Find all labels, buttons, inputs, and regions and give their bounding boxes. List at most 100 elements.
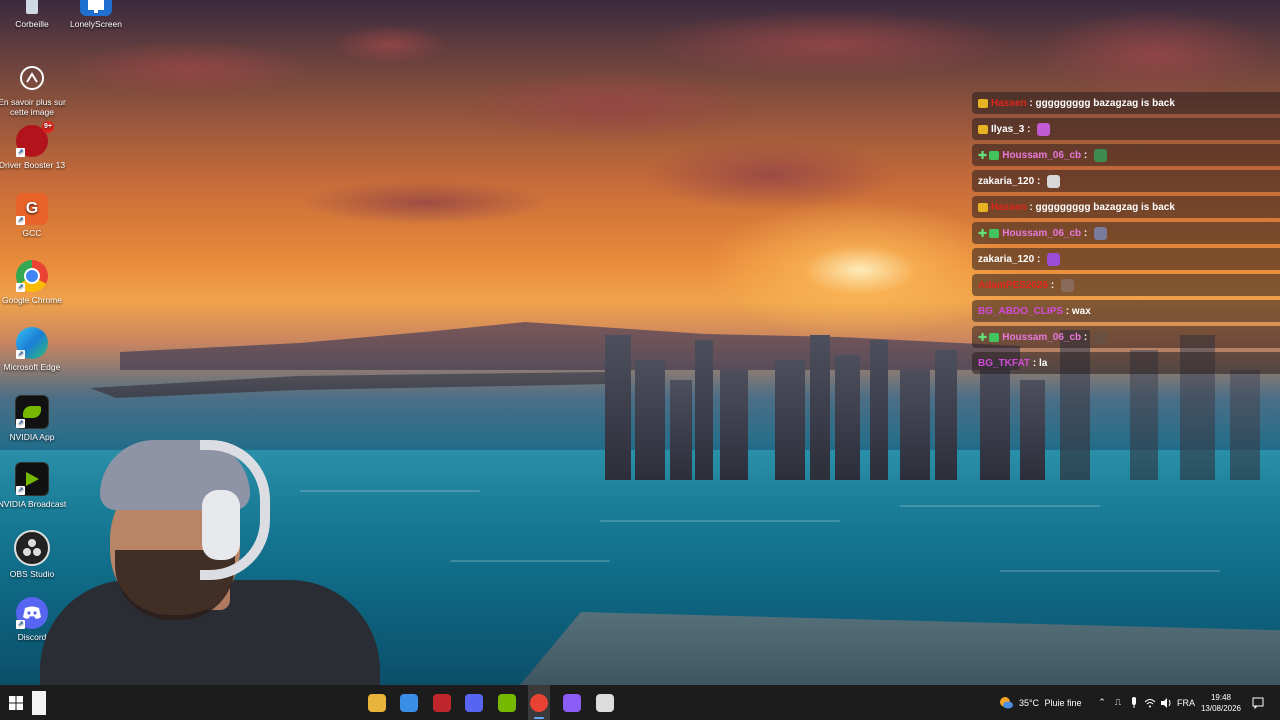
clock[interactable]: 19:48 13/08/2026 xyxy=(1198,685,1244,720)
wifi-icon[interactable] xyxy=(1144,685,1156,720)
shortcut-arrow-icon: ↗ xyxy=(16,283,25,292)
gcc-icon: G ↗ xyxy=(16,193,48,225)
file-explorer-icon xyxy=(368,693,386,712)
driver-booster-icon: 9+ ↗ xyxy=(16,121,54,157)
building xyxy=(935,350,957,480)
microphone-icon[interactable] xyxy=(1128,685,1140,720)
start-button[interactable] xyxy=(4,685,28,720)
language-indicator[interactable]: FRA xyxy=(1176,685,1196,720)
search-box[interactable] xyxy=(32,685,46,720)
chat-message: ✚ Houssam_06_cb : xyxy=(972,222,1280,244)
taskbar-app[interactable] xyxy=(398,685,420,720)
chat-username: zakaria_120 xyxy=(978,253,1035,265)
weather-icon[interactable] xyxy=(996,685,1016,720)
active-app-indicator xyxy=(534,717,544,719)
notification-center-icon[interactable] xyxy=(1250,685,1266,720)
microsoft-store-icon xyxy=(400,693,418,712)
driver-booster-taskbar-icon xyxy=(433,693,451,712)
taskbar-app[interactable] xyxy=(561,685,583,720)
chat-username: zakaria_120 xyxy=(978,175,1035,187)
chat-separator: : xyxy=(1024,123,1034,135)
subscriber-badge-icon xyxy=(989,150,1000,160)
weather-description[interactable]: Pluie fine xyxy=(1043,685,1083,720)
building xyxy=(810,335,830,480)
building xyxy=(695,340,713,480)
monitor-icon xyxy=(80,0,112,16)
building xyxy=(870,340,888,480)
building xyxy=(1230,370,1260,480)
plus-badge-icon: ✚ xyxy=(978,227,988,240)
edge-icon: ↗ xyxy=(16,327,48,359)
chat-separator: : xyxy=(1034,253,1044,265)
chat-separator: : xyxy=(1081,149,1091,161)
weather-temp[interactable]: 35°C xyxy=(1017,685,1041,720)
icon-label: En savoir plus sur cette image xyxy=(0,97,66,117)
taskbar-app[interactable] xyxy=(366,685,388,720)
taskbar-app[interactable] xyxy=(431,685,453,720)
cloud xyxy=(60,40,320,100)
building xyxy=(980,360,1010,480)
desktop-icon-recycle-bin[interactable]: Corbeille xyxy=(0,0,68,29)
cloud xyxy=(450,70,770,140)
nvidia-icon: ↗ xyxy=(15,395,49,429)
chat-emote-icon xyxy=(1060,278,1074,292)
icon-label: Microsoft Edge xyxy=(3,362,61,372)
taskbar-app[interactable] xyxy=(594,685,616,720)
desktop-icon-gcc[interactable]: G ↗ GCC xyxy=(0,193,68,238)
notification-badge: 9+ xyxy=(42,121,54,133)
chat-text: ggggggggg bazagzag is back xyxy=(1035,97,1175,109)
desktop-icon-lonelyscreen[interactable]: LonelyScreen xyxy=(60,0,132,29)
building xyxy=(635,360,665,480)
volume-icon[interactable] xyxy=(1160,685,1172,720)
desktop-icon-learn-more[interactable]: En savoir plus sur cette image xyxy=(0,62,68,117)
building xyxy=(720,370,748,480)
chevron-up-icon[interactable]: ⌃ xyxy=(1096,685,1108,720)
chat-text: la xyxy=(1038,357,1048,369)
icon-label: LonelyScreen xyxy=(70,19,122,29)
camera-info-icon xyxy=(16,62,48,94)
subscriber-badge-icon xyxy=(989,332,1000,342)
nvidia-broadcast-taskbar-icon xyxy=(498,693,516,712)
chat-username: Houssam_06_cb xyxy=(1002,149,1082,161)
chat-emote-icon xyxy=(1047,252,1061,266)
chat-username: Hassen xyxy=(991,97,1027,109)
chat-username: Ilyas_3 xyxy=(991,123,1025,135)
ripple xyxy=(450,560,610,562)
ripple xyxy=(600,520,840,522)
chat-emote-icon xyxy=(1094,330,1108,344)
shortcut-arrow-icon: ↗ xyxy=(16,419,25,428)
shortcut-arrow-icon: ↗ xyxy=(16,350,25,359)
ripple xyxy=(900,505,1100,507)
taskbar-app[interactable] xyxy=(463,685,485,720)
desktop-icon-driver-booster[interactable]: 9+ ↗ Driver Booster 13 xyxy=(0,121,68,170)
plus-badge-icon: ✚ xyxy=(978,331,988,344)
clock-date: 13/08/2026 xyxy=(1200,703,1242,713)
windows-icon xyxy=(9,695,23,710)
building xyxy=(900,370,930,480)
chat-username: Houssam_06_cb xyxy=(1002,331,1082,343)
desktop-icon-microsoft-edge[interactable]: ↗ Microsoft Edge xyxy=(0,327,68,372)
cloud xyxy=(1030,10,1280,100)
desktop-icon-google-chrome[interactable]: ↗ Google Chrome xyxy=(0,260,68,305)
building xyxy=(670,380,692,480)
usb-icon[interactable]: ⎍ xyxy=(1112,685,1124,720)
chat-message: AdamPES2026 : xyxy=(972,274,1280,296)
shortcut-arrow-icon: ↗ xyxy=(16,148,25,157)
chat-username: Hassen xyxy=(991,201,1027,213)
chat-message: ✚ Houssam_06_cb : xyxy=(972,326,1280,348)
shortcut-arrow-icon: ↗ xyxy=(16,486,25,495)
chat-separator: : xyxy=(1081,331,1091,343)
chat-message: ✚ Houssam_06_cb : xyxy=(972,144,1280,166)
screen-record-taskbar-icon xyxy=(596,693,614,712)
chat-separator: : xyxy=(1026,201,1036,213)
cloud xyxy=(330,25,450,65)
search-box-field[interactable] xyxy=(32,690,46,715)
building xyxy=(1020,380,1045,480)
chat-username: BG_TKFAT xyxy=(978,357,1031,369)
building xyxy=(775,360,805,480)
taskbar-app[interactable] xyxy=(496,685,518,720)
chat-emote-icon xyxy=(1047,174,1061,188)
shortcut-arrow-icon: ↗ xyxy=(16,620,25,629)
taskbar-app[interactable] xyxy=(528,685,550,720)
webcam-overlay xyxy=(40,430,380,685)
